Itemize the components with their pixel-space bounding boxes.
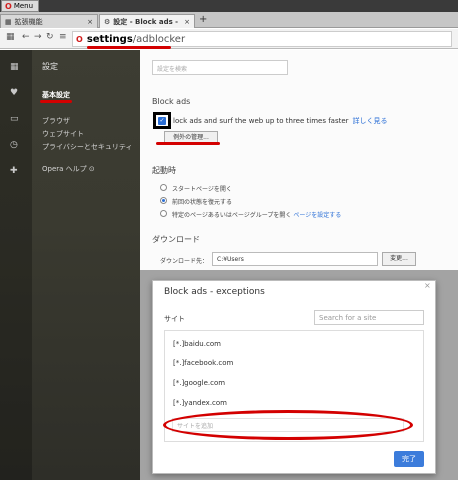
close-tab-icon[interactable]: × (184, 18, 190, 26)
reload-icon[interactable]: ↻ (46, 32, 54, 42)
annotation-underline (87, 46, 171, 49)
window-top-bar (0, 0, 458, 12)
close-tab-icon[interactable]: × (87, 18, 93, 26)
download-path-field[interactable]: C:¥Users (212, 252, 378, 266)
startup-radio-specific[interactable] (160, 210, 167, 217)
grid-icon[interactable]: ≡ (59, 32, 67, 42)
heart-icon[interactable]: ♥ (10, 88, 18, 98)
site-column-label: サイト (164, 315, 185, 323)
new-tab-button[interactable]: + (199, 14, 207, 25)
opera-menu-button[interactable]: O Menu (1, 0, 39, 12)
tab-label: 拡張機能 (14, 17, 43, 26)
sidebar-item-help[interactable]: Opera ヘルプ ⊙ (42, 164, 95, 174)
site-search-input[interactable]: Search for a site (314, 310, 424, 325)
url-text: settings/adblocker (87, 34, 185, 45)
speed-dial-icon[interactable]: ▦ (10, 62, 19, 72)
menu-label: Menu (13, 2, 34, 10)
opera-logo-icon: O (76, 34, 83, 44)
learn-more-link[interactable]: 詳しく見る (353, 117, 388, 125)
annotation-oval (163, 410, 413, 440)
back-icon[interactable]: ← (22, 32, 30, 42)
annotation-underline (40, 100, 72, 103)
tab-extensions[interactable]: ▦ 拡張機能 × (0, 14, 98, 28)
sidebar-item-privacy[interactable]: プライバシーとセキュリティ (42, 142, 132, 152)
sidebar-title: 設定 (42, 62, 58, 71)
block-ads-text: lock ads and surf the web up to three ti… (173, 116, 388, 126)
address-bar[interactable]: O settings/adblocker (72, 31, 452, 47)
puzzle-icon: ▦ (5, 17, 12, 26)
external-link-icon: ⊙ (88, 165, 95, 173)
list-item[interactable]: [*.]yandex.com (173, 399, 227, 407)
url-host: settings (86, 33, 133, 45)
block-ads-heading: Block ads (152, 97, 191, 106)
startup-option-label: 前回の状態を復元する (172, 199, 233, 206)
annotation-underline (156, 142, 220, 145)
sidebar-item-browser[interactable]: ブラウザ (42, 116, 70, 126)
change-download-button[interactable]: 変更... (382, 252, 416, 266)
list-item[interactable]: [*.]facebook.com (173, 359, 233, 367)
url-path: /adblocker (132, 33, 186, 45)
gear-icon: ⚙ (104, 17, 111, 26)
startup-radio-restore[interactable] (160, 197, 167, 204)
tab-label: 設定 - Block ads - (113, 17, 179, 26)
startup-heading: 起動時 (152, 166, 176, 175)
set-pages-link[interactable]: ページを設定する (293, 212, 341, 219)
settings-search-input[interactable]: 設定を検索 (152, 60, 288, 75)
startup-option-label: スタートページを開く (172, 186, 232, 193)
apps-icon[interactable]: ▦ (6, 32, 15, 42)
help-label: Opera ヘルプ (42, 165, 87, 173)
sidebar-item-websites[interactable]: ウェブサイト (42, 129, 84, 139)
startup-option-label: 特定のページあるいはページグループを開く (172, 212, 292, 219)
startup-radio-startpage[interactable] (160, 184, 167, 191)
list-item[interactable]: [*.]baidu.com (173, 340, 221, 348)
block-ads-label: lock ads and surf the web up to three ti… (173, 117, 349, 125)
forward-icon[interactable]: → (34, 32, 42, 42)
block-ads-checkbox[interactable]: ✓ (158, 117, 166, 125)
startup-option-specific: 特定のページあるいはページグループを開く ページを設定する (172, 210, 341, 219)
dialog-title: Block ads - exceptions (164, 287, 265, 297)
history-icon[interactable]: ◷ (10, 140, 18, 150)
opera-logo-icon: O (5, 1, 12, 11)
extensions-icon[interactable]: ✚ (10, 166, 18, 176)
done-button[interactable]: 完了 (394, 451, 424, 467)
close-icon[interactable]: × (424, 281, 431, 290)
download-location-label: ダウンロード先： (160, 258, 209, 265)
tab-settings[interactable]: ⚙ 設定 - Block ads - × (99, 14, 195, 28)
devices-icon[interactable]: ▭ (10, 114, 19, 124)
download-heading: ダウンロード (152, 235, 200, 244)
list-item[interactable]: [*.]google.com (173, 379, 225, 387)
sidebar-item-basic[interactable]: 基本設定 (42, 90, 70, 100)
